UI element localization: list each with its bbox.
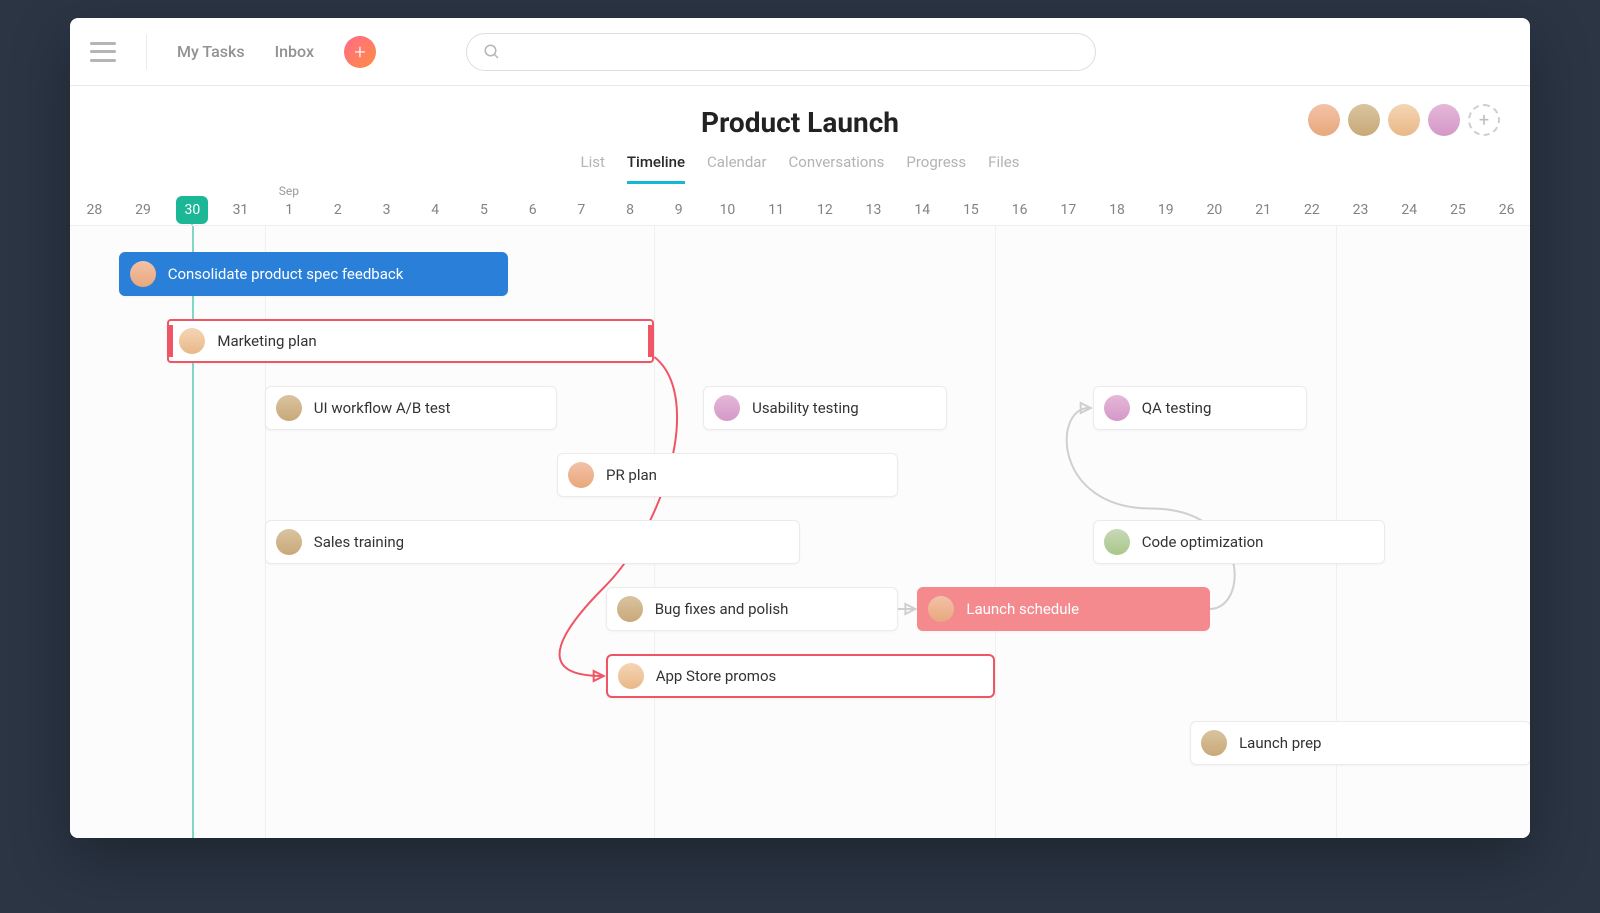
day-marker[interactable]: 20 [1190,202,1239,218]
timeline-lanes[interactable]: Consolidate product spec feedback Marketi… [70,226,1530,838]
avatar[interactable] [1308,104,1340,136]
task-card[interactable]: UI workflow A/B test [265,386,557,430]
day-marker[interactable]: 15 [947,202,996,218]
task-card[interactable]: Consolidate product spec feedback [119,252,509,296]
task-card[interactable]: PR plan [557,453,898,497]
task-label: Marketing plan [217,332,316,350]
day-marker[interactable]: 29 [119,202,168,218]
tab-list[interactable]: List [581,153,605,184]
tab-files[interactable]: Files [988,153,1019,184]
menu-icon[interactable] [90,42,116,62]
day-marker[interactable]: 25 [1434,202,1483,218]
task-label: PR plan [606,466,657,484]
assignee-avatar [130,261,156,287]
day-marker[interactable]: 31 [216,202,265,218]
avatar[interactable] [1388,104,1420,136]
day-marker[interactable]: 14 [898,202,947,218]
tab-progress[interactable]: Progress [906,153,966,184]
day-marker[interactable]: 18 [1093,202,1142,218]
task-card[interactable]: QA testing [1093,386,1307,430]
today-marker-line [192,226,194,838]
task-label: QA testing [1142,399,1212,417]
project-header: Product Launch + List Timeline Calendar … [70,86,1530,184]
assignee-avatar [1104,395,1130,421]
day-marker[interactable]: 12 [801,202,850,218]
day-marker[interactable]: 26 [1482,202,1530,218]
task-card[interactable]: Bug fixes and polish [606,587,898,631]
nav-inbox[interactable]: Inbox [275,42,314,61]
timeline-axis: Sep2829303112345678910111213141516171819… [70,184,1530,226]
day-marker[interactable]: 9 [654,202,703,218]
divider [146,34,147,70]
day-marker[interactable]: 28 [70,202,119,218]
project-title: Product Launch [100,106,1500,139]
task-card[interactable]: Code optimization [1093,520,1385,564]
day-marker[interactable]: 24 [1385,202,1434,218]
collaborator-list: + [1308,104,1500,136]
day-marker[interactable]: 16 [995,202,1044,218]
day-marker[interactable]: 1 [265,202,314,218]
assignee-avatar [928,596,954,622]
task-label: Launch prep [1239,734,1321,752]
task-card[interactable]: Sales training [265,520,801,564]
nav-my-tasks[interactable]: My Tasks [177,42,245,61]
assignee-avatar [179,328,205,354]
task-card[interactable]: Launch schedule [917,587,1209,631]
assignee-avatar [617,596,643,622]
assignee-avatar [714,395,740,421]
day-marker[interactable]: 5 [460,202,509,218]
day-marker[interactable]: 7 [557,202,606,218]
top-bar: My Tasks Inbox + [70,18,1530,86]
day-marker[interactable]: 21 [1239,202,1288,218]
assignee-avatar [276,529,302,555]
task-label: Consolidate product spec feedback [168,265,404,283]
day-marker[interactable]: 8 [606,202,655,218]
task-label: Launch schedule [966,600,1079,618]
task-label: Bug fixes and polish [655,600,789,618]
search-icon [483,43,501,61]
day-marker[interactable]: 13 [849,202,898,218]
add-button[interactable]: + [344,36,376,68]
task-label: Usability testing [752,399,859,417]
task-label: UI workflow A/B test [314,399,451,417]
task-label: Sales training [314,533,404,551]
day-marker[interactable]: 4 [411,202,460,218]
assignee-avatar [1104,529,1130,555]
day-marker[interactable]: 22 [1288,202,1337,218]
app-frame: My Tasks Inbox + Product Launch + List T… [70,18,1530,838]
task-card[interactable]: Launch prep [1190,721,1530,765]
avatar[interactable] [1348,104,1380,136]
day-marker[interactable]: 17 [1044,202,1093,218]
day-marker-today[interactable]: 30 [176,196,208,224]
tab-timeline[interactable]: Timeline [627,153,685,184]
search-field[interactable] [509,44,1079,60]
assignee-avatar [568,462,594,488]
day-marker[interactable]: 11 [752,202,801,218]
task-label: Code optimization [1142,533,1264,551]
assignee-avatar [276,395,302,421]
search-input[interactable] [466,33,1096,71]
assignee-avatar [618,663,644,689]
day-marker[interactable]: 6 [508,202,557,218]
view-tabs: List Timeline Calendar Conversations Pro… [100,153,1500,184]
day-marker[interactable]: 23 [1336,202,1385,218]
month-label: Sep [279,184,299,198]
day-marker[interactable]: 2 [314,202,363,218]
avatar[interactable] [1428,104,1460,136]
tab-conversations[interactable]: Conversations [789,153,885,184]
task-card[interactable]: Usability testing [703,386,947,430]
day-marker[interactable]: 10 [703,202,752,218]
add-collaborator-button[interactable]: + [1468,104,1500,136]
day-marker[interactable]: 19 [1141,202,1190,218]
task-card[interactable]: Marketing plan [167,319,654,363]
assignee-avatar [1201,730,1227,756]
task-card[interactable]: App Store promos [606,654,996,698]
tab-calendar[interactable]: Calendar [707,153,767,184]
task-label: App Store promos [656,667,777,685]
day-marker[interactable]: 3 [362,202,411,218]
